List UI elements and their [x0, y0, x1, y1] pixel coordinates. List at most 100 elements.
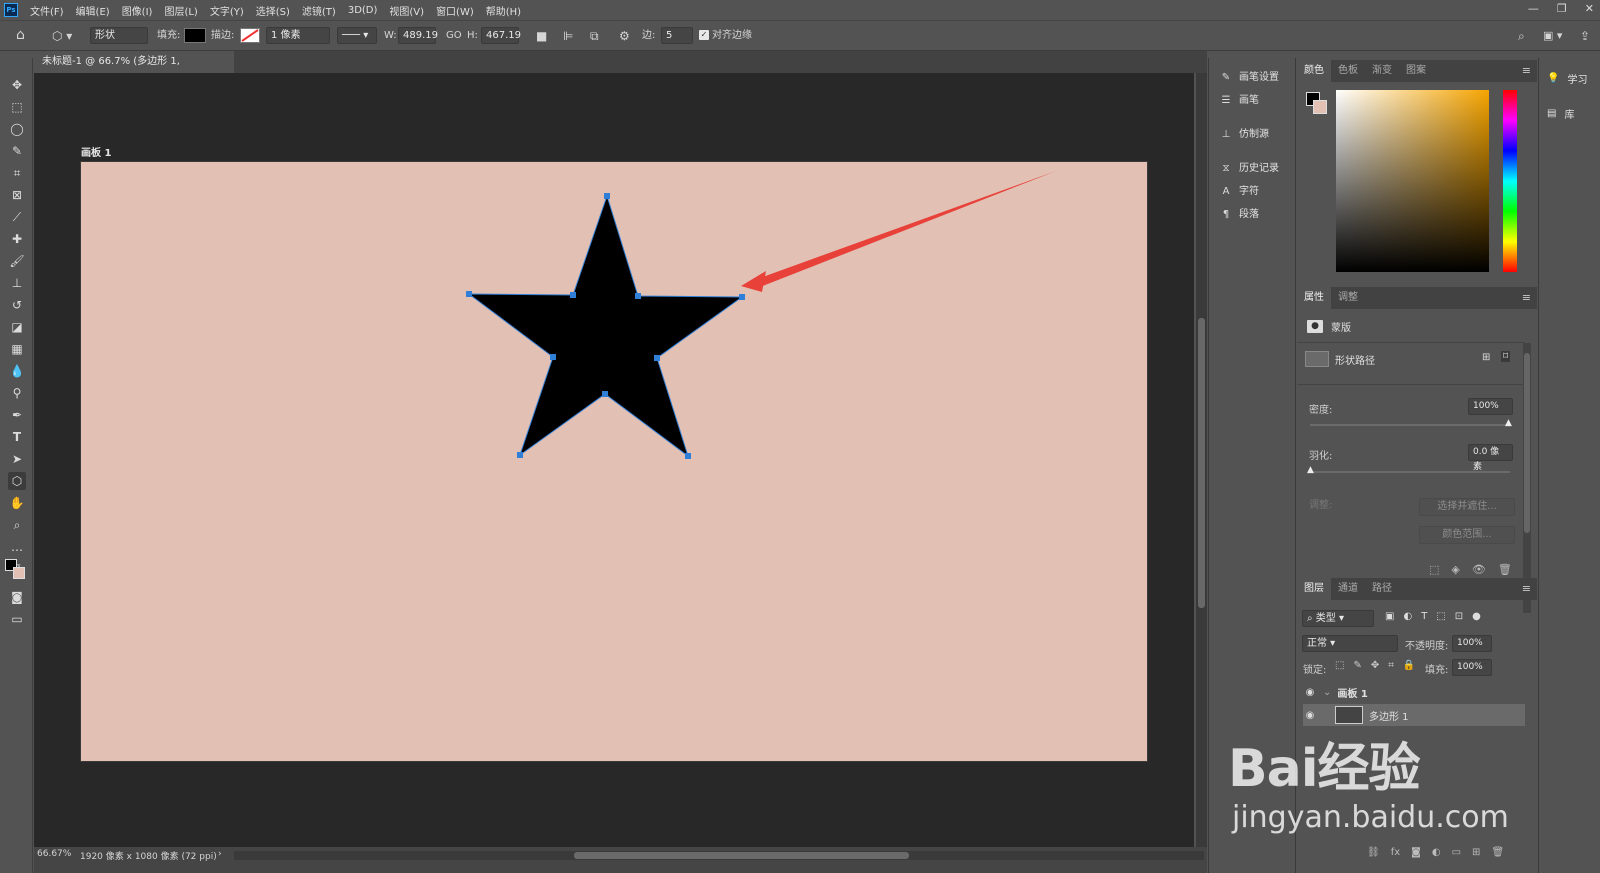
- minimize-icon[interactable]: —: [1528, 2, 1539, 15]
- slider-handle-icon[interactable]: ▲: [1505, 418, 1512, 428]
- search-icon[interactable]: ⌕: [1518, 27, 1525, 45]
- restore-icon[interactable]: ❐: [1557, 2, 1567, 15]
- lock-transparent-icon[interactable]: ⬚: [1335, 660, 1344, 671]
- panel-clone-source[interactable]: ⊥ 仿制源: [1219, 125, 1269, 145]
- panel-menu-icon[interactable]: ≡: [1522, 64, 1531, 77]
- layer-row-polygon[interactable]: ◉ 多边形 1: [1303, 704, 1525, 726]
- trash-icon[interactable]: 🗑: [1491, 847, 1504, 858]
- star-shape[interactable]: [467, 194, 744, 458]
- anchor-point[interactable]: [685, 453, 691, 459]
- annotation-arrow: [741, 171, 1056, 292]
- tab-properties[interactable]: 属性: [1297, 287, 1331, 309]
- load-selection-icon[interactable]: ⬚: [1429, 563, 1439, 576]
- lock-position-icon[interactable]: ✥: [1371, 660, 1379, 671]
- properties-scrollbar[interactable]: [1523, 343, 1531, 613]
- density-slider[interactable]: [1310, 424, 1510, 426]
- smart-object-filter-icon[interactable]: ⊡: [1455, 611, 1463, 622]
- workspace-icon[interactable]: ▣ ▾: [1543, 27, 1562, 45]
- tab-patterns[interactable]: 图案: [1399, 60, 1433, 82]
- eye-icon[interactable]: ◉: [1303, 710, 1317, 721]
- select-and-mask-button[interactable]: 选择并遮住...: [1419, 498, 1515, 516]
- anchor-point[interactable]: [466, 291, 472, 297]
- filter-toggle-icon[interactable]: ●: [1472, 611, 1481, 622]
- trash-icon[interactable]: 🗑: [1498, 563, 1512, 576]
- shape-filter-icon[interactable]: ⬚: [1436, 611, 1445, 622]
- anchor-point[interactable]: [517, 452, 523, 458]
- anchor-point[interactable]: [570, 292, 576, 298]
- anchor-point[interactable]: [739, 294, 745, 300]
- close-icon[interactable]: ✕: [1585, 2, 1594, 15]
- lock-image-icon[interactable]: ✎: [1353, 660, 1361, 671]
- visibility-icon[interactable]: 👁: [1472, 563, 1486, 576]
- vector-mask-icon[interactable]: ⌑: [1501, 351, 1511, 362]
- anchor-point[interactable]: [604, 193, 610, 199]
- chevron-right-icon[interactable]: ›: [218, 849, 222, 859]
- tab-color[interactable]: 颜色: [1297, 60, 1331, 82]
- share-icon[interactable]: ⇪: [1580, 27, 1590, 45]
- tab-swatches[interactable]: 色板: [1331, 60, 1365, 82]
- anchor-point[interactable]: [654, 355, 660, 361]
- panel-paragraph[interactable]: ¶ 段落: [1219, 205, 1259, 225]
- panel-label: 字符: [1239, 186, 1259, 197]
- pixel-filter-icon[interactable]: ▣: [1385, 611, 1394, 622]
- feather-slider[interactable]: [1310, 471, 1510, 473]
- anchor-point[interactable]: [635, 293, 641, 299]
- canvas-vertical-scrollbar[interactable]: [1196, 73, 1207, 847]
- panel-brush-settings[interactable]: ✎ 画笔设置: [1219, 68, 1279, 88]
- baidu-watermark-logo: Bai经验: [1228, 739, 1421, 799]
- layer-row-artboard[interactable]: ◉ ⌄ 画板 1: [1303, 681, 1525, 703]
- panel-learn[interactable]: 💡 学习: [1547, 71, 1587, 86]
- panel-brushes[interactable]: ☰ 画笔: [1219, 91, 1259, 111]
- shape-path-row[interactable]: 形状路径: [1305, 351, 1375, 367]
- right-panel-strip: 💡 学习 ▤ 库: [1538, 58, 1600, 873]
- tab-adjustments[interactable]: 调整: [1331, 287, 1365, 309]
- new-group-icon[interactable]: ▭: [1452, 847, 1461, 858]
- fill-field[interactable]: 100%: [1452, 659, 1492, 676]
- link-layers-icon[interactable]: ⛓: [1367, 847, 1380, 858]
- tab-gradients[interactable]: 渐变: [1365, 60, 1399, 82]
- type-filter-icon[interactable]: T: [1421, 611, 1427, 622]
- lightbulb-icon: 💡: [1547, 73, 1560, 84]
- anchor-point[interactable]: [602, 391, 608, 397]
- background-color-swatch[interactable]: [1313, 100, 1327, 114]
- tab-layers[interactable]: 图层: [1297, 578, 1331, 600]
- panel-menu-icon[interactable]: ≡: [1522, 291, 1531, 304]
- add-mask-icon[interactable]: ⊞: [1482, 352, 1490, 363]
- hue-slider[interactable]: [1503, 90, 1517, 272]
- zoom-level[interactable]: 66.67%: [37, 849, 71, 859]
- tab-channels[interactable]: 通道: [1331, 578, 1365, 600]
- eye-icon[interactable]: ◉: [1303, 687, 1317, 698]
- lock-all-icon[interactable]: 🔒: [1403, 660, 1415, 671]
- document-info[interactable]: 1920 像素 x 1080 像素 (72 ppi): [80, 849, 217, 862]
- panel-menu-icon[interactable]: ≡: [1522, 582, 1531, 595]
- canvas-horizontal-scrollbar[interactable]: [234, 851, 1204, 860]
- feather-field[interactable]: 0.0 像素: [1468, 444, 1513, 472]
- properties-panel-tabs: 属性 调整 ≡: [1297, 287, 1537, 309]
- apply-mask-icon[interactable]: ◈: [1451, 563, 1459, 576]
- new-layer-icon[interactable]: ⊞: [1472, 847, 1480, 858]
- color-range-button[interactable]: 颜色范围...: [1419, 526, 1515, 544]
- slider-handle-icon[interactable]: ▲: [1307, 465, 1314, 475]
- chevron-down-icon[interactable]: ⌄: [1323, 687, 1331, 698]
- tab-paths[interactable]: 路径: [1365, 578, 1399, 600]
- panel-character[interactable]: A 字符: [1219, 182, 1259, 202]
- scrollbar-thumb[interactable]: [1198, 318, 1205, 608]
- density-field[interactable]: 100%: [1468, 398, 1513, 415]
- panel-libraries[interactable]: ▤ 库: [1547, 106, 1574, 121]
- adjustment-layer-icon[interactable]: ◐: [1432, 847, 1441, 858]
- scrollbar-thumb[interactable]: [574, 852, 909, 859]
- lock-artboard-icon[interactable]: ⌗: [1388, 660, 1394, 671]
- character-icon: A: [1222, 186, 1230, 197]
- fx-icon[interactable]: fx: [1391, 847, 1400, 858]
- blend-mode-select[interactable]: 正常 ▾: [1302, 635, 1398, 652]
- layer-filter-select[interactable]: ⌕ 类型 ▾: [1302, 610, 1374, 627]
- panel-history[interactable]: ⧖ 历史记录: [1219, 159, 1279, 179]
- adjustment-filter-icon[interactable]: ◐: [1403, 611, 1412, 622]
- color-field[interactable]: [1336, 90, 1489, 272]
- layer-filter-icons: ▣ ◐ T ⬚ ⊡ ●: [1385, 611, 1481, 622]
- opacity-field[interactable]: 100%: [1452, 635, 1492, 652]
- canvas-overlay: [466, 171, 1056, 459]
- anchor-point[interactable]: [550, 354, 556, 360]
- panel-label: 学习: [1567, 75, 1588, 86]
- add-mask-icon[interactable]: ◙: [1411, 847, 1421, 858]
